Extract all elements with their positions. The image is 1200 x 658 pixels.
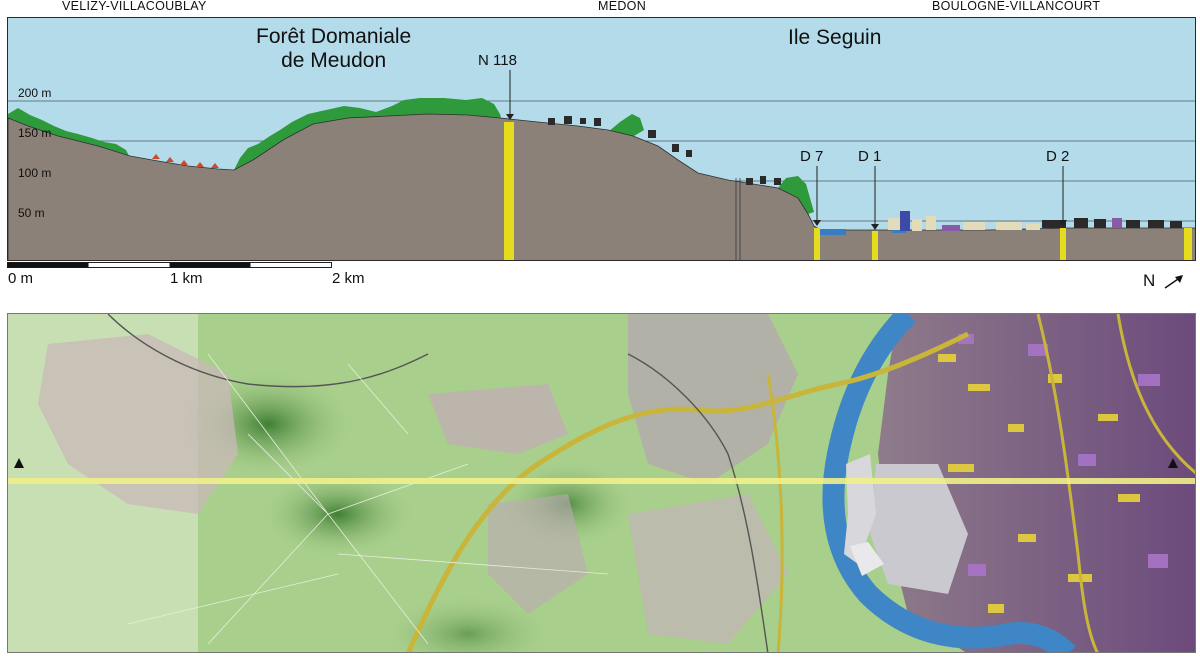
north-arrow-icon (1164, 274, 1184, 289)
aerial-map (7, 313, 1196, 653)
profile-section-line (8, 478, 1195, 484)
road-label-d1: D 1 (858, 148, 882, 165)
profile-drawing (8, 70, 1195, 260)
north-label: N (1143, 271, 1156, 290)
altitude-label-150: 150 m (18, 126, 52, 140)
seine-river (820, 229, 846, 235)
forest-title-line1: Forêt Domaniale (256, 25, 412, 48)
town-label-velizy: VELIZY-VILLACOUBLAY (62, 0, 207, 13)
island-title: Ile Seguin (788, 26, 882, 49)
road-marker-n118 (504, 122, 514, 260)
scale-label-start: 0 m (8, 270, 34, 287)
north-indicator: N (1143, 271, 1186, 291)
town-label-boulogne: BOULOGNE-VILLANCOURT (932, 0, 1101, 13)
map-drawing (8, 314, 1195, 652)
altitude-label-100: 100 m (18, 166, 52, 180)
forest-title-line2: de Meudon (281, 49, 387, 72)
town-label-meudon: MEDON (598, 0, 647, 13)
altitude-label-50: 50 m (18, 206, 45, 220)
scale-bar (7, 262, 332, 268)
forest-title: Forêt Domaniale de Meudon (256, 25, 411, 73)
road-marker-east (1184, 228, 1192, 260)
scale-label-end: 2 km (332, 270, 365, 287)
scale-label-mid: 1 km (170, 270, 203, 287)
road-marker-d7 (814, 228, 820, 260)
road-label-d7: D 7 (800, 148, 824, 165)
altitude-label-200: 200 m (18, 86, 52, 100)
terrain-profile (8, 113, 1195, 260)
road-label-d2: D 2 (1046, 148, 1070, 165)
road-marker-d2 (1060, 228, 1066, 260)
elevation-profile: Forêt Domaniale de Meudon Ile Seguin N 1… (7, 17, 1196, 261)
road-marker-d1 (872, 231, 878, 260)
road-label-n118: N 118 (478, 52, 517, 69)
